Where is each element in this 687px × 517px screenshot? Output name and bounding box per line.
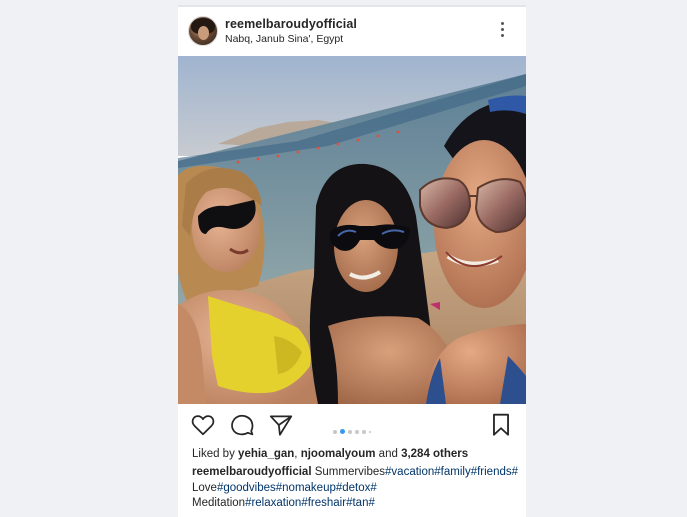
hashtag-link[interactable]: #detox [336,482,371,494]
likes-prefix: Liked by [192,448,235,460]
carousel-dot [355,429,359,434]
hashtag-link[interactable]: #goodvibes [217,482,276,494]
caption-text: Meditation [192,497,246,509]
post-caption: reemelbaroudyofficial Summervibes#vacati… [192,465,520,512]
post-location[interactable]: Nabq, Janub Sina', Egypt [225,33,343,45]
hashtag-link[interactable]: #vacation [385,466,434,478]
hashtag-link[interactable]: #tan [346,497,368,509]
more-vertical-icon [494,22,510,37]
share-button[interactable] [268,412,294,438]
liked-by-user[interactable]: yehia_gan [238,448,294,460]
post-action-bar [178,412,526,442]
carousel-indicator [333,423,374,435]
hashtag-link[interactable]: # [370,482,376,494]
carousel-dot [362,429,366,434]
hashtag-link[interactable]: #friends [471,466,512,478]
caption-text: Summervibes [314,466,386,478]
bookmark-icon [493,413,509,436]
comment-button[interactable] [229,412,255,438]
hashtag-link[interactable]: #freshair [301,497,346,509]
hashtag-link[interactable]: #relaxation [245,497,301,509]
post-photo[interactable] [178,56,526,404]
more-options-button[interactable] [494,22,510,40]
like-button[interactable] [190,412,216,438]
hashtag-link[interactable]: # [512,466,518,478]
likes-others-link[interactable]: 3,284 others [401,448,468,460]
post-username[interactable]: reemelbaroudyofficial [225,17,357,31]
post-header: reemelbaroudyofficial Nabq, Janub Sina',… [178,7,526,56]
save-button[interactable] [488,412,514,438]
hashtag-link[interactable]: #family [434,466,470,478]
carousel-dot [348,429,352,434]
send-icon [269,415,293,436]
likes-separator: , [294,448,298,460]
heart-icon [191,415,215,436]
caption-text: Love [192,481,217,494]
avatar[interactable] [188,16,218,46]
comment-icon [231,414,254,436]
caption-author[interactable]: reemelbaroudyofficial [192,466,312,478]
instagram-post: reemelbaroudyofficial Nabq, Janub Sina',… [178,7,526,517]
carousel-dot [333,429,337,434]
carousel-dot-active [340,429,345,435]
liked-by-user[interactable]: njoomalyoum [301,448,376,460]
likes-conjunction: and [378,448,398,460]
hashtag-link[interactable]: # [368,497,374,509]
hashtag-link[interactable]: #nomakeup [276,482,336,494]
likes-summary: Liked by yehia_gan, njoomalyoum and 3,28… [192,448,468,460]
carousel-dot [369,430,371,433]
avatar-face [198,26,209,40]
